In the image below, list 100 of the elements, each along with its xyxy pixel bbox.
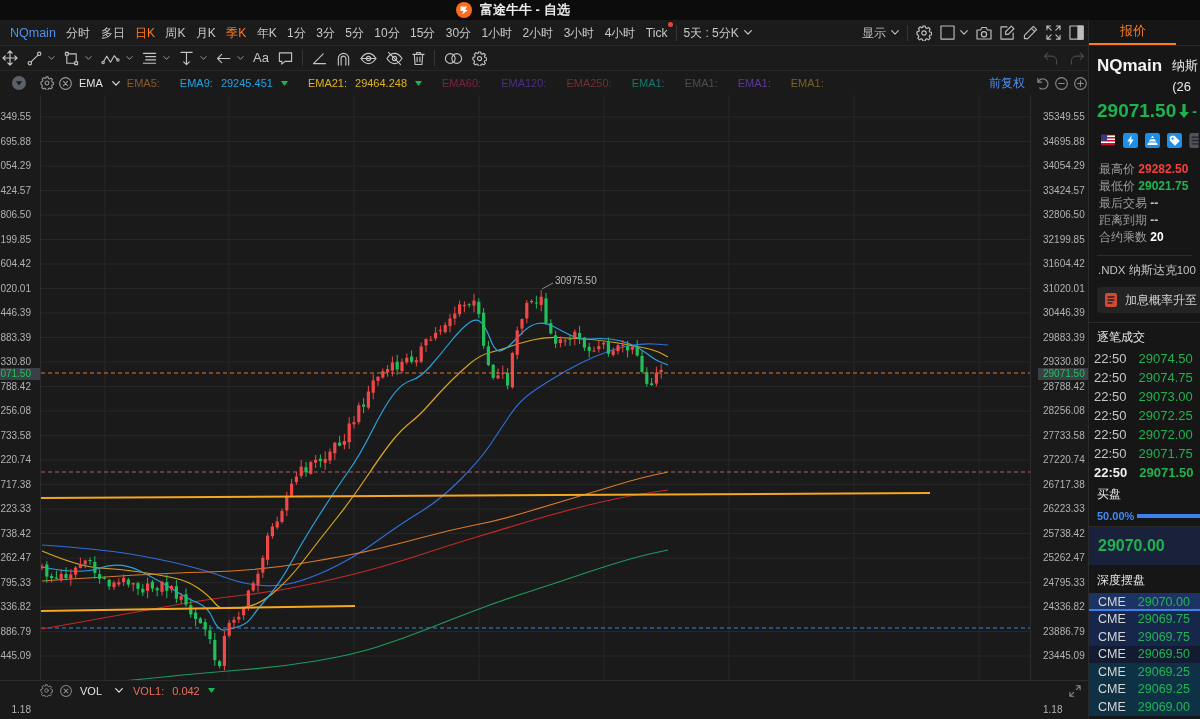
trash-icon[interactable] [411, 50, 425, 66]
timeframe-tab[interactable]: 4小时 [604, 24, 636, 41]
left-arrow-icon[interactable] [216, 52, 231, 64]
axis-label: 30446.39 [1043, 307, 1085, 319]
move-icon[interactable] [2, 50, 18, 66]
depth-row[interactable]: CME 29069.00 [1089, 698, 1200, 716]
timeframe-tab[interactable]: 5分 [345, 24, 364, 41]
caret-icon[interactable] [960, 30, 968, 35]
axis-label: 23886.79 [1043, 625, 1085, 638]
news-card[interactable]: 加息概率升至 [1097, 287, 1200, 313]
settings-icon[interactable] [40, 684, 53, 697]
depth-row[interactable]: CME 29069.75 [1089, 628, 1200, 646]
timeframe-tab[interactable]: 日K [135, 24, 156, 41]
exchange-name: CME [1098, 647, 1126, 662]
timeframe-tab[interactable]: 30分 [445, 24, 472, 41]
axis-label: 1.18 [11, 703, 31, 715]
caret-icon[interactable] [891, 30, 899, 35]
close-icon[interactable] [60, 684, 72, 697]
lightning-icon [1123, 133, 1138, 148]
section-title: 深度摆盘 [1097, 571, 1145, 589]
vertical-line-icon[interactable] [179, 50, 194, 66]
range-dropdown[interactable]: 5天 : 5分K [683, 24, 752, 41]
symbol-button[interactable]: NQmain [10, 24, 56, 41]
indicator-dropdown[interactable]: VOL [80, 683, 123, 698]
axis-label: 795.33 [0, 576, 31, 589]
timeframe-tab[interactable]: 季K [226, 24, 247, 41]
square-icon[interactable] [940, 25, 955, 40]
timeframe-tab[interactable]: 周K [165, 24, 186, 41]
zoom-out-icon[interactable] [1055, 76, 1068, 90]
text-tool-button[interactable]: Aa [253, 50, 269, 66]
axis-label: 733.58 [0, 429, 31, 442]
price-adjustment-link[interactable]: 前复权 [989, 76, 1025, 90]
rectangle-icon[interactable] [64, 50, 79, 66]
depth-price: 29069.00 [1137, 699, 1190, 714]
depth-row[interactable]: CME 29070.00 [1089, 593, 1200, 611]
timeframe-tab[interactable]: Tick [645, 24, 668, 41]
axis-label: 28256.08 [1043, 405, 1085, 417]
timeframe-tab[interactable]: 15分 [410, 24, 436, 41]
eye-icon[interactable] [359, 51, 377, 65]
trade-price: 29073.00 [1138, 389, 1193, 404]
pencil-icon[interactable] [1023, 25, 1038, 40]
timeframe-tab[interactable]: 1小时 [481, 24, 513, 41]
timeframe-tab[interactable]: 1分 [287, 24, 306, 41]
line-tool-icon[interactable] [27, 50, 42, 66]
index-link[interactable]: .NDX 纳斯达克100 [1098, 262, 1196, 278]
window-title: 富途牛牛 - 自选 [480, 2, 570, 18]
caret-icon[interactable] [743, 30, 752, 35]
trend-line[interactable] [41, 605, 356, 612]
fullscreen-icon[interactable] [1046, 25, 1061, 40]
price-change: - [1192, 103, 1197, 119]
display-dropdown[interactable]: 显示 [862, 24, 899, 41]
settings-icon[interactable] [916, 24, 932, 41]
panel-tab[interactable]: 报价 [1089, 20, 1176, 45]
axis-label: 604.42 [0, 258, 31, 270]
trade-price: 29072.00 [1138, 427, 1193, 442]
axis-label: 26717.38 [1043, 478, 1085, 491]
axis-label: 28788.42 [1043, 380, 1085, 393]
axis-label: 883.39 [0, 331, 31, 344]
camera-icon[interactable] [976, 25, 992, 40]
axis-label: 806.50 [0, 209, 31, 221]
timeframe-tab[interactable]: 年K [256, 24, 277, 41]
reset-icon[interactable] [1036, 76, 1049, 90]
image-edit-icon[interactable] [1000, 25, 1015, 40]
timeframe-tab[interactable]: 10分 [374, 24, 400, 41]
angle-icon[interactable] [311, 51, 327, 65]
zoom-in-icon[interactable] [1074, 76, 1087, 90]
trend-line[interactable] [41, 492, 931, 499]
depth-price: 29069.50 [1137, 647, 1190, 662]
magnet-icon[interactable] [335, 50, 351, 66]
legend-label: EMA1: [790, 76, 824, 90]
settings-icon[interactable] [471, 50, 487, 66]
horizontal-lines-icon[interactable] [142, 50, 157, 66]
comment-icon[interactable] [277, 50, 293, 66]
timeframe-tab[interactable]: 3小时 [563, 24, 595, 41]
eye-off-icon[interactable] [385, 50, 403, 66]
axis-label: 34695.88 [1043, 135, 1085, 148]
timeframe-tab[interactable]: 多日 [100, 24, 125, 41]
high-price-label: 30975.50 [555, 275, 597, 287]
rings-icon[interactable] [443, 52, 463, 64]
close-icon[interactable] [59, 76, 72, 90]
settings-icon[interactable] [40, 76, 54, 90]
axis-label: 220.74 [0, 454, 31, 466]
depth-price: 29070.00 [1137, 594, 1190, 609]
axis-label: 25262.47 [1043, 552, 1085, 564]
trade-price: 29071.75 [1138, 446, 1193, 461]
axis-label: 32806.50 [1043, 209, 1085, 221]
axis-label: 31604.42 [1043, 258, 1085, 270]
panel-icon[interactable] [1069, 25, 1084, 40]
indicator-dropdown[interactable]: EMA [79, 76, 120, 90]
depth-row[interactable]: CME 29069.25 [1089, 663, 1200, 681]
axis-label: 32199.85 [1043, 233, 1085, 246]
tag-icon [1167, 133, 1182, 148]
axis-label: 27220.74 [1043, 454, 1085, 466]
timeframe-tab[interactable]: 分时 [66, 24, 91, 41]
timeframe-tab[interactable]: 3分 [316, 24, 335, 41]
timeframe-tab[interactable]: 2小时 [522, 24, 554, 41]
timeframe-tab[interactable]: 月K [195, 24, 216, 41]
legend-label: EMA21: [307, 76, 347, 90]
expand-icon[interactable] [1069, 684, 1081, 697]
caret-circle-icon[interactable] [12, 76, 26, 90]
